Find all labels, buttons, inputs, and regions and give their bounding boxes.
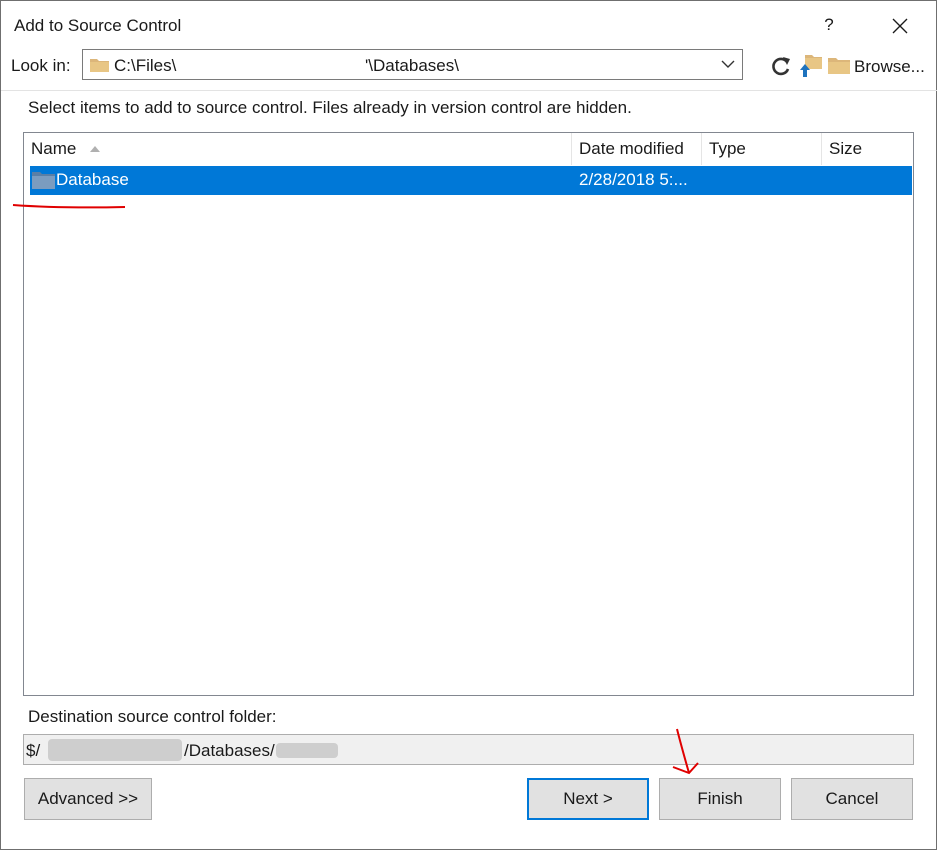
destination-label: Destination source control folder: [28, 707, 277, 726]
up-folder-icon [800, 55, 822, 77]
toolbar-divider [1, 90, 937, 91]
annotation-underline [12, 204, 126, 209]
annotation-arrow [672, 728, 699, 775]
look-in-path-end: '\Databases\ [365, 56, 459, 75]
list-item[interactable]: Database 2/28/2018 5:... [30, 166, 912, 195]
browse-folder-button[interactable] [828, 57, 850, 74]
look-in-path-start: C:\Files\ [114, 56, 177, 75]
destination-folder-field: $/ /Databases/ [23, 734, 914, 765]
finish-button[interactable]: Finish [659, 778, 781, 820]
folder-icon [828, 58, 850, 74]
column-header-date-modified[interactable]: Date modified [572, 133, 701, 165]
column-header-name[interactable]: Name [24, 133, 571, 165]
up-one-level-button[interactable] [799, 53, 823, 79]
cancel-button[interactable]: Cancel [791, 778, 913, 820]
next-button[interactable]: Next > [527, 778, 649, 820]
sort-ascending-icon [90, 146, 100, 152]
destination-value-end: /Databases/ [184, 741, 275, 760]
folder-icon [90, 59, 109, 72]
destination-value-start: $/ [26, 741, 41, 760]
look-in-label: Look in: [11, 56, 71, 75]
instructions-text: Select items to add to source control. F… [28, 98, 632, 117]
add-to-source-control-dialog: Add to Source Control ? Look in: C:\File… [0, 0, 937, 850]
close-button[interactable] [881, 11, 917, 41]
folder-icon [32, 172, 55, 189]
dialog-title: Add to Source Control [14, 16, 182, 35]
look-in-combobox[interactable]: C:\Files\ '\Databases\ [82, 49, 743, 80]
help-button[interactable]: ? [816, 11, 842, 39]
column-header-label: Name [31, 139, 77, 158]
column-header-type[interactable]: Type [702, 133, 821, 165]
redaction-blur [276, 743, 338, 758]
refresh-icon [772, 57, 790, 76]
advanced-button[interactable]: Advanced >> [24, 778, 152, 820]
chevron-down-icon[interactable] [721, 59, 735, 69]
list-item-date-modified: 2/28/2018 5:... [579, 170, 688, 189]
browse-button[interactable]: Browse... [854, 57, 925, 77]
file-list[interactable]: Name Date modified Type Size Database 2/… [23, 132, 914, 696]
close-icon [892, 18, 908, 34]
column-header-size[interactable]: Size [822, 133, 912, 165]
list-item-name: Database [56, 170, 129, 189]
redaction-blur [48, 739, 182, 761]
refresh-button[interactable] [769, 54, 793, 78]
